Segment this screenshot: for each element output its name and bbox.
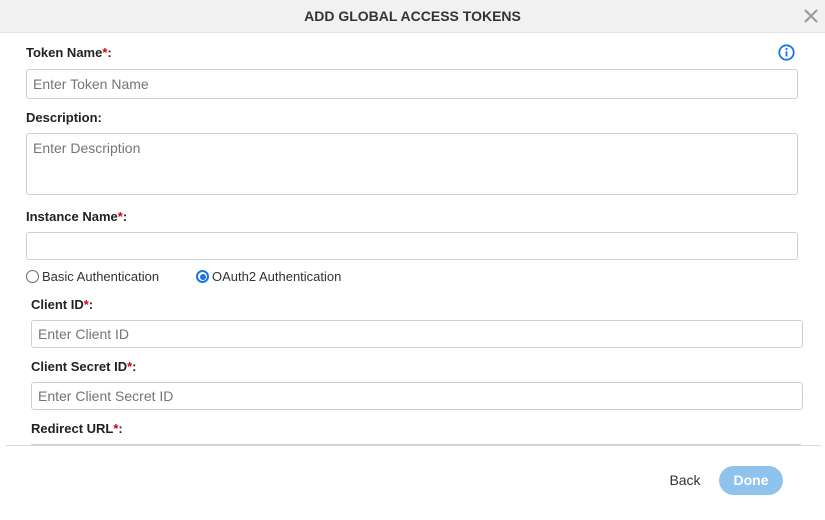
done-button[interactable]: Done xyxy=(719,466,783,495)
close-icon[interactable] xyxy=(801,6,821,26)
back-button[interactable]: Back xyxy=(655,465,715,495)
instance-name-label: Instance Name*: xyxy=(26,209,128,224)
client-secret-id-label: Client Secret ID*: xyxy=(31,359,137,374)
radio-unchecked-icon[interactable] xyxy=(26,270,39,283)
client-id-label: Client ID*: xyxy=(31,297,94,312)
token-name-input[interactable] xyxy=(26,69,798,99)
description-label: Description: xyxy=(26,110,102,125)
instance-name-input[interactable] xyxy=(26,232,798,260)
description-input[interactable] xyxy=(26,133,798,195)
dialog-header: ADD GLOBAL ACCESS TOKENS xyxy=(0,0,825,33)
radio-checked-icon[interactable] xyxy=(196,270,209,283)
client-id-input[interactable] xyxy=(31,320,803,348)
token-name-label: Token Name*: xyxy=(26,45,112,60)
auth-type-radio-group: Basic Authentication OAuth2 Authenticati… xyxy=(0,269,825,287)
client-secret-id-input[interactable] xyxy=(31,382,803,410)
info-icon[interactable] xyxy=(778,44,795,61)
redirect-url-label: Redirect URL*: xyxy=(31,421,123,436)
radio-oauth2-authentication[interactable]: OAuth2 Authentication xyxy=(196,269,341,284)
footer-divider xyxy=(6,445,821,446)
radio-label: OAuth2 Authentication xyxy=(212,269,342,284)
radio-label: Basic Authentication xyxy=(42,269,160,284)
dialog-title: ADD GLOBAL ACCESS TOKENS xyxy=(304,8,521,24)
radio-basic-authentication[interactable]: Basic Authentication xyxy=(26,269,159,284)
